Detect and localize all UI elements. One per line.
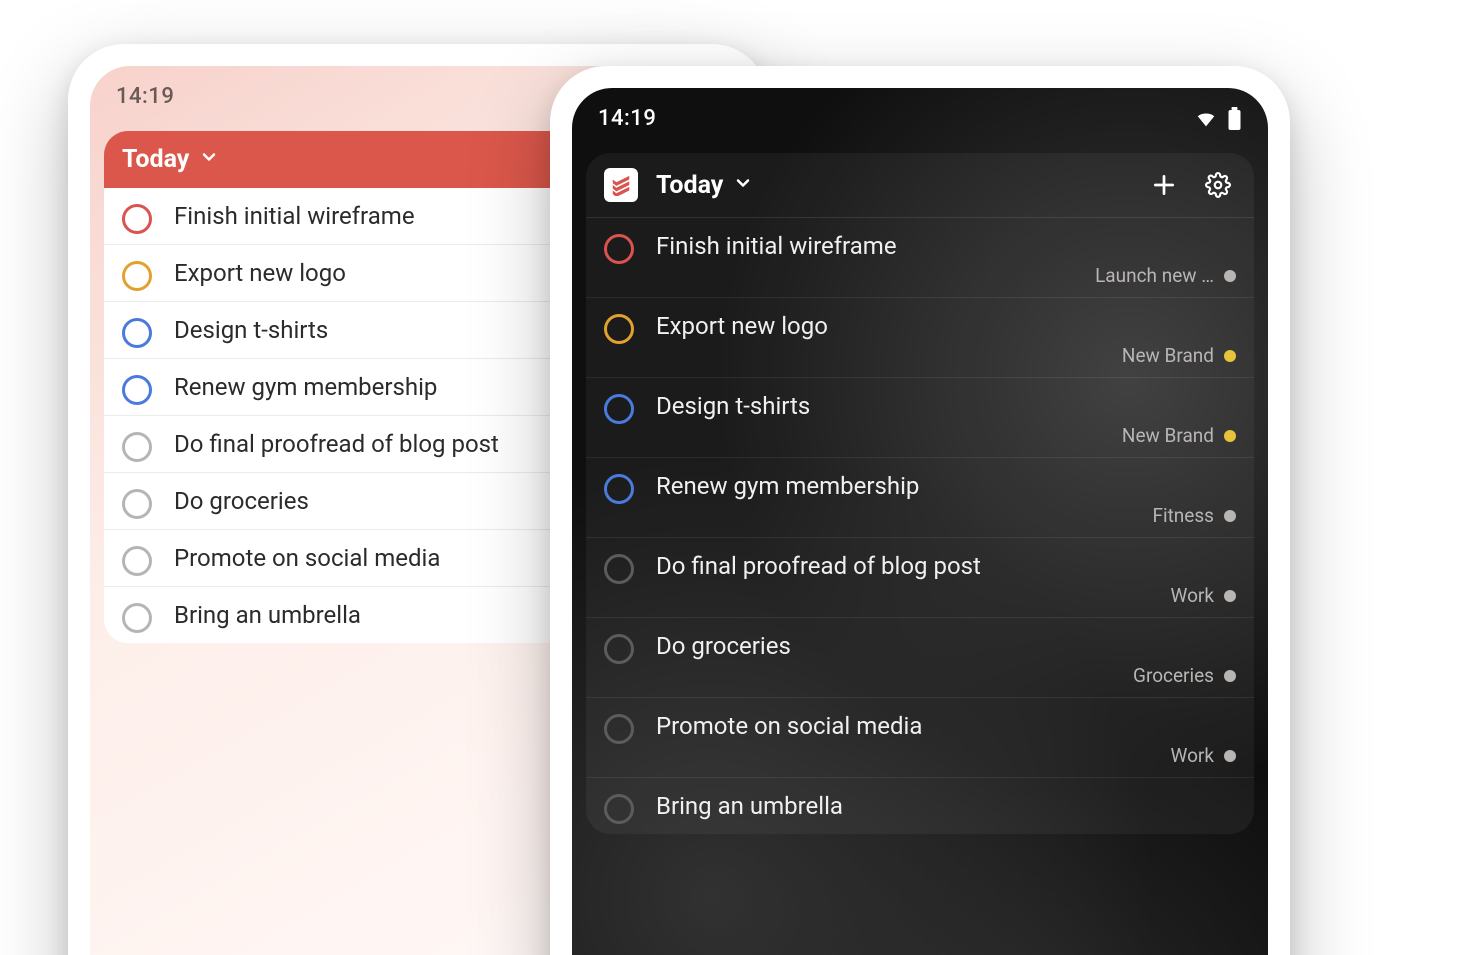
task-checkbox[interactable]: [604, 554, 634, 584]
project-color-dot: [1224, 590, 1236, 602]
task-project: Fitness: [656, 504, 1236, 527]
task-row[interactable]: Renew gym membership Fitness: [586, 457, 1254, 537]
task-project: Groceries: [656, 664, 1236, 687]
status-icons: [1195, 107, 1242, 131]
view-selector[interactable]: Today: [656, 171, 753, 200]
task-checkbox[interactable]: [122, 489, 152, 519]
project-label: New Brand: [1122, 344, 1214, 367]
project-label: Groceries: [1133, 664, 1214, 687]
task-body: Design t-shirts New Brand: [656, 392, 1236, 447]
battery-icon: [1227, 107, 1242, 131]
project-color-dot: [1224, 350, 1236, 362]
task-row[interactable]: Do final proofread of blog post Work: [586, 537, 1254, 617]
task-checkbox[interactable]: [122, 546, 152, 576]
app-logo-icon[interactable]: [604, 168, 638, 202]
task-title: Bring an umbrella: [656, 792, 1236, 820]
task-title: Renew gym membership: [656, 472, 1236, 500]
task-checkbox[interactable]: [604, 474, 634, 504]
task-title: Export new logo: [656, 312, 1236, 340]
view-title: Today: [656, 171, 723, 200]
task-checkbox[interactable]: [122, 204, 152, 234]
task-checkbox[interactable]: [604, 234, 634, 264]
task-title: Finish initial wireframe: [656, 232, 1236, 260]
task-checkbox[interactable]: [122, 603, 152, 633]
task-body: Renew gym membership Fitness: [656, 472, 1236, 527]
project-color-dot: [1224, 430, 1236, 442]
task-checkbox[interactable]: [122, 375, 152, 405]
task-project: Work: [656, 584, 1236, 607]
add-task-button[interactable]: [1146, 167, 1182, 203]
settings-button[interactable]: [1200, 167, 1236, 203]
task-body: Bring an umbrella: [656, 792, 1236, 820]
task-checkbox[interactable]: [604, 314, 634, 344]
wifi-icon: [1195, 108, 1217, 130]
project-label: Fitness: [1152, 504, 1214, 527]
task-body: Promote on social media Work: [656, 712, 1236, 767]
project-color-dot: [1224, 750, 1236, 762]
project-color-dot: [1224, 270, 1236, 282]
project-color-dot: [1224, 670, 1236, 682]
task-title: Do groceries: [656, 632, 1236, 660]
task-project: New Brand: [656, 424, 1236, 447]
task-title: Design t-shirts: [656, 392, 1236, 420]
task-body: Do groceries Groceries: [656, 632, 1236, 687]
task-body: Export new logo New Brand: [656, 312, 1236, 367]
task-row[interactable]: Bring an umbrella: [586, 777, 1254, 834]
task-row[interactable]: Design t-shirts New Brand: [586, 377, 1254, 457]
task-body: Finish initial wireframe Launch new …: [656, 232, 1236, 287]
screen-dark: 14:19 Today: [572, 88, 1268, 955]
project-label: New Brand: [1122, 424, 1214, 447]
task-checkbox[interactable]: [604, 634, 634, 664]
task-list: Finish initial wireframe Launch new … Expo…: [586, 217, 1254, 834]
task-project: New Brand: [656, 344, 1236, 367]
task-checkbox[interactable]: [604, 714, 634, 744]
task-checkbox[interactable]: [604, 794, 634, 824]
project-color-dot: [1224, 510, 1236, 522]
status-bar: 14:19: [572, 88, 1268, 145]
task-project: Work: [656, 744, 1236, 767]
phone-dark: 14:19 Today: [550, 66, 1290, 955]
widget-header: Today: [586, 153, 1254, 217]
task-row[interactable]: Promote on social media Work: [586, 697, 1254, 777]
task-checkbox[interactable]: [122, 261, 152, 291]
task-row[interactable]: Finish initial wireframe Launch new …: [586, 217, 1254, 297]
status-time: 14:19: [116, 84, 174, 109]
task-checkbox[interactable]: [122, 318, 152, 348]
task-checkbox[interactable]: [122, 432, 152, 462]
chevron-down-icon: [733, 171, 753, 200]
task-project: Launch new …: [656, 264, 1236, 287]
project-label: Launch new …: [1095, 264, 1214, 287]
status-time: 14:19: [598, 106, 656, 131]
task-checkbox[interactable]: [604, 394, 634, 424]
task-title: Promote on social media: [656, 712, 1236, 740]
todo-widget-dark: Today Finish initial wireframe Launch new…: [586, 153, 1254, 834]
task-body: Do final proofread of blog post Work: [656, 552, 1236, 607]
task-row[interactable]: Do groceries Groceries: [586, 617, 1254, 697]
chevron-down-icon: [199, 145, 219, 174]
project-label: Work: [1171, 584, 1214, 607]
view-title: Today: [122, 145, 189, 174]
task-row[interactable]: Export new logo New Brand: [586, 297, 1254, 377]
project-label: Work: [1171, 744, 1214, 767]
task-title: Do final proofread of blog post: [656, 552, 1236, 580]
